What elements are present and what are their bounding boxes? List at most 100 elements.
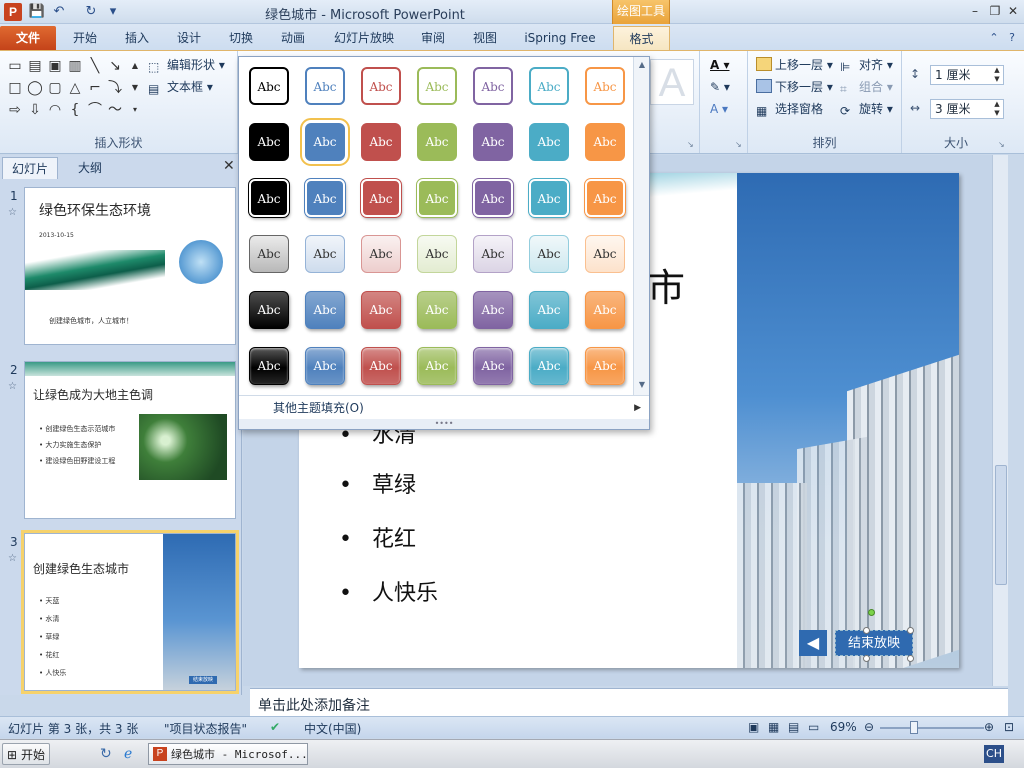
text-box-button[interactable]: ▤ 文本框 ▾ <box>148 77 213 97</box>
shape-style-green-row3[interactable]: Abc <box>417 179 457 217</box>
quick-launch-icon[interactable]: ↻ <box>100 746 112 762</box>
slide-thumbnail-3[interactable]: 创建绿色生态城市 • 天蓝 • 水清 • 草绿 • 花红 • 人快乐 结束放映 <box>21 530 239 694</box>
gallery-scroll-down-icon[interactable]: ▼ <box>636 379 648 391</box>
shape-style-aqua-row5[interactable]: Abc <box>529 291 569 329</box>
shape-style-green-row1[interactable]: Abc <box>417 67 457 105</box>
tab-review[interactable]: 审阅 <box>410 26 456 50</box>
shape-style-blue-row2[interactable]: Abc <box>300 118 350 166</box>
minimize-button[interactable]: – <box>966 3 984 19</box>
shape-style-orange-row5[interactable]: Abc <box>585 291 625 329</box>
shape-style-purple-row5[interactable]: Abc <box>473 291 513 329</box>
shape-style-orange-row1[interactable]: Abc <box>585 67 625 105</box>
gallery-scrollbar[interactable]: ▲ ▼ <box>633 57 649 395</box>
shape-style-black-row1[interactable]: Abc <box>249 67 289 105</box>
shape-style-aqua-row6[interactable]: Abc <box>529 347 569 385</box>
gallery-resize-grip[interactable]: •••• <box>239 419 649 429</box>
zoom-slider[interactable] <box>880 727 984 729</box>
shape-style-green-row6[interactable]: Abc <box>417 347 457 385</box>
shape-style-orange-row2[interactable]: Abc <box>585 123 625 161</box>
shape-style-aqua-row2[interactable]: Abc <box>529 123 569 161</box>
oval-shape-icon[interactable]: ◯ <box>26 79 44 97</box>
slide-bullet[interactable]: 花红 <box>339 521 416 553</box>
resize-handle[interactable] <box>907 655 914 662</box>
textbox-shape-icon[interactable]: ▤ <box>26 57 44 75</box>
shape-style-orange-row6[interactable]: Abc <box>585 347 625 385</box>
tab-transitions[interactable]: 切换 <box>218 26 264 50</box>
rectangle-outline-icon[interactable]: □ <box>6 79 24 97</box>
shape-style-green-row4[interactable]: Abc <box>417 235 457 273</box>
arc-shape-icon[interactable]: ⌒ <box>86 101 104 119</box>
shape-style-red-row3[interactable]: Abc <box>361 179 401 217</box>
wordart-style-preview[interactable]: A <box>650 59 694 105</box>
shape-style-red-row6[interactable]: Abc <box>361 347 401 385</box>
tab-animations[interactable]: 动画 <box>270 26 316 50</box>
start-button[interactable]: ⊞ 开始 <box>2 743 50 765</box>
back-arrow-button[interactable]: ◀ <box>799 630 827 656</box>
slideshow-view-icon[interactable]: ▭ <box>808 720 819 734</box>
shape-style-purple-row3[interactable]: Abc <box>473 179 513 217</box>
scribble-shape-icon[interactable]: 〜 <box>106 101 124 119</box>
rotate-handle[interactable] <box>868 609 875 616</box>
text-outline-icon[interactable]: ✎ ▾ <box>710 77 730 97</box>
shape-style-aqua-row3[interactable]: Abc <box>529 179 569 217</box>
align-button[interactable]: ⊫ 对齐 ▾ <box>840 55 893 75</box>
shape-style-black-row4[interactable]: Abc <box>249 235 289 273</box>
browser-icon[interactable]: ℯ <box>124 746 132 762</box>
slide-sorter-icon[interactable]: ▦ <box>768 720 779 734</box>
panel-tab-outline[interactable]: 大纲 <box>60 157 120 179</box>
send-backward-button[interactable]: 下移一层 ▾ <box>756 77 833 97</box>
vertical-scrollbar[interactable] <box>992 155 1008 686</box>
rectangle-shape-icon[interactable]: ▭ <box>6 57 24 75</box>
selection-pane-button[interactable]: ▦ 选择窗格 <box>756 99 823 119</box>
reading-view-icon[interactable]: ▤ <box>788 720 799 734</box>
shape-style-black-row2[interactable]: Abc <box>249 123 289 161</box>
shape-style-blue-row5[interactable]: Abc <box>305 291 345 329</box>
brace-shape-icon[interactable]: { <box>66 101 84 119</box>
shape-style-aqua-row1[interactable]: Abc <box>529 67 569 105</box>
gallery-more-icon[interactable]: ▾ <box>126 101 144 119</box>
size-launcher-icon[interactable]: ↘ <box>998 140 1007 149</box>
language-indicator[interactable]: CH <box>984 745 1004 763</box>
resize-handle[interactable] <box>907 627 914 634</box>
shape-style-red-row1[interactable]: Abc <box>361 67 401 105</box>
width-spinner[interactable]: ▲ ▼ <box>991 100 1003 118</box>
taskbar-powerpoint-window[interactable]: P 绿色城市 - Microsof... <box>148 743 308 765</box>
triangle-shape-icon[interactable]: △ <box>66 79 84 97</box>
restore-button[interactable]: ❐ <box>986 3 1004 19</box>
tab-ispring[interactable]: iSpring Free <box>514 26 606 50</box>
shape-style-aqua-row4[interactable]: Abc <box>529 235 569 273</box>
line-shape-icon[interactable]: ╲ <box>86 57 104 75</box>
tab-insert[interactable]: 插入 <box>114 26 160 50</box>
close-button[interactable]: ✕ <box>1004 3 1022 19</box>
zoom-slider-thumb[interactable] <box>910 721 918 734</box>
language-status[interactable]: 中文(中国) <box>304 720 361 737</box>
text-effects-icon[interactable]: A ▾ <box>710 99 728 119</box>
tab-design[interactable]: 设计 <box>166 26 212 50</box>
shape-style-black-row3[interactable]: Abc <box>249 179 289 217</box>
tab-home[interactable]: 开始 <box>62 26 108 50</box>
arrow-line-icon[interactable]: ↘ <box>106 57 124 75</box>
bring-forward-button[interactable]: 上移一层 ▾ <box>756 55 833 75</box>
text-fill-icon[interactable]: A ▾ <box>710 55 730 75</box>
close-panel-icon[interactable]: ✕ <box>223 159 237 173</box>
shape-style-orange-row4[interactable]: Abc <box>585 235 625 273</box>
spellcheck-icon[interactable]: ✔ <box>270 720 280 734</box>
rotate-button[interactable]: ⟳ 旋转 ▾ <box>840 99 893 119</box>
more-theme-fills-item[interactable]: 其他主题填充(O) ▶ <box>239 395 649 419</box>
shape-style-orange-row3[interactable]: Abc <box>585 179 625 217</box>
down-arrow-shape-icon[interactable]: ⇩ <box>26 101 44 119</box>
width-input[interactable]: 3 厘米 ▲ ▼ <box>930 99 1004 119</box>
shape-style-green-row5[interactable]: Abc <box>417 291 457 329</box>
shape-style-purple-row1[interactable]: Abc <box>473 67 513 105</box>
tab-file[interactable]: 文件 <box>0 26 56 50</box>
shape-styles-launcher-icon[interactable]: ↘ <box>687 140 696 149</box>
rounded-rect-icon[interactable]: ▢ <box>46 79 64 97</box>
slide-thumbnail-2[interactable]: 让绿色成为大地主色调 • 创建绿色生态示范城市 • 大力实施生态保护 • 建设绿… <box>24 361 236 519</box>
zoom-in-icon[interactable]: ⊕ <box>984 720 994 734</box>
shape-style-red-row2[interactable]: Abc <box>361 123 401 161</box>
zoom-level[interactable]: 69% <box>830 720 857 734</box>
shape-style-blue-row3[interactable]: Abc <box>305 179 345 217</box>
edit-shape-button[interactable]: ⬚ 编辑形状 ▾ <box>148 55 225 75</box>
gallery-up-icon[interactable]: ▲ <box>126 57 144 75</box>
elbow-connector-icon[interactable]: ⌐ <box>86 79 104 97</box>
